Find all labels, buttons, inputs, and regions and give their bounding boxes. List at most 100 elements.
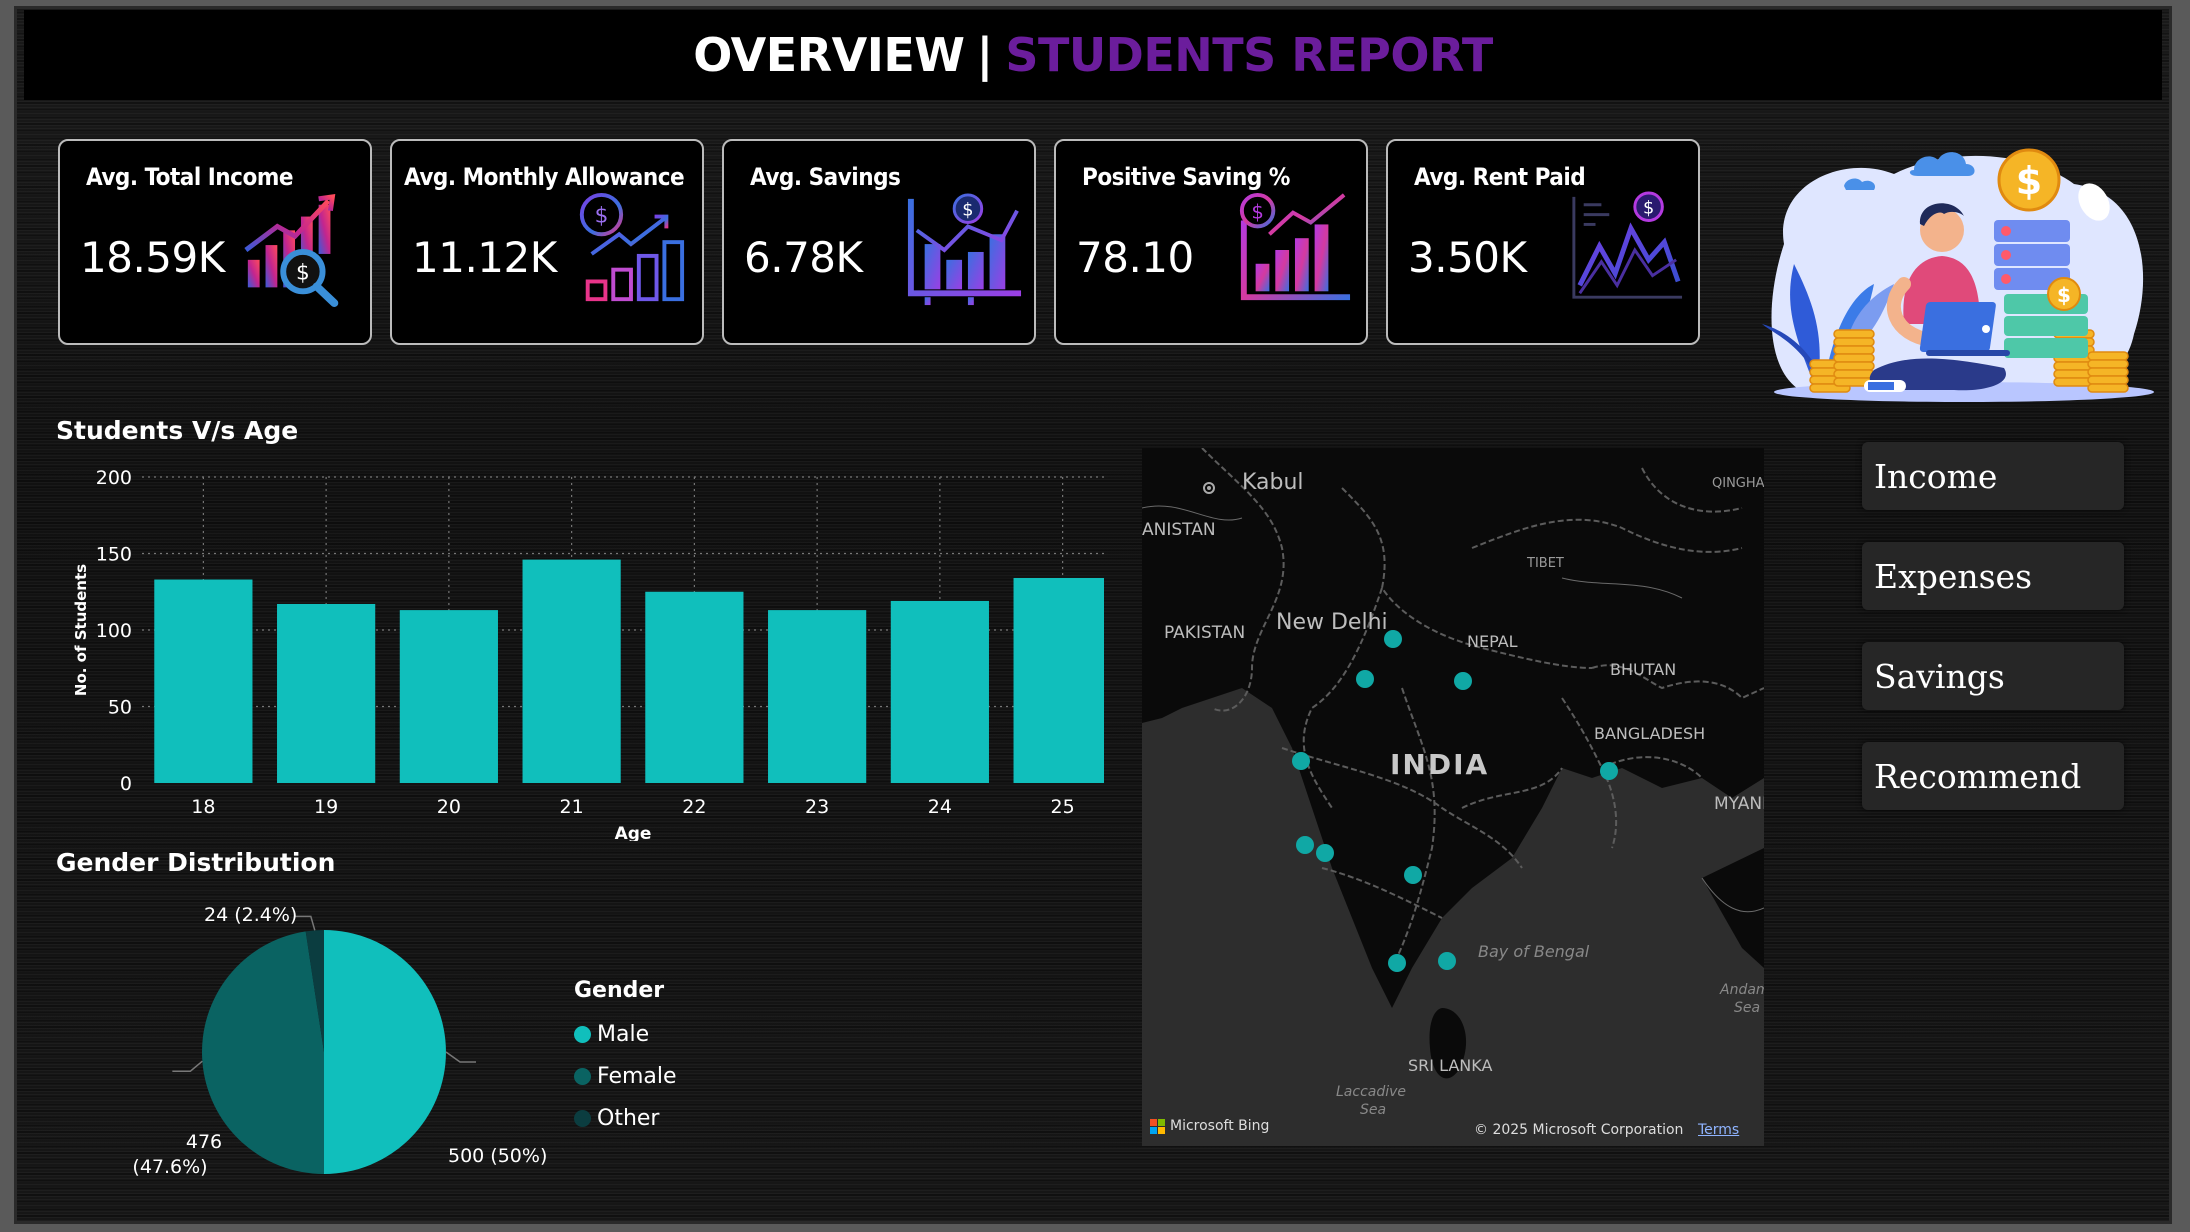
title-separator: |: [976, 28, 994, 82]
age-bar-chart: 0 50 100 150 200 18 19 20 21 22 23 24 25 Age No. of St…: [72, 467, 1104, 841]
map-label-andaman: Andam: [1720, 982, 1764, 998]
microsoft-logo-icon: [1150, 1118, 1165, 1134]
kpi-title: Avg. Rent Paid: [1414, 163, 1586, 191]
pie-slice-male: [324, 930, 446, 1174]
report-header: OVERVIEW | STUDENTS REPORT: [24, 10, 2162, 100]
x-axis-label: Age: [615, 824, 652, 841]
kpi-title: Avg. Total Income: [86, 163, 293, 191]
bar-age-20: [399, 610, 498, 783]
map-copyright: © 2025 Microsoft Corporation: [1474, 1122, 1684, 1138]
map-label-qinghai: QINGHAI: [1712, 476, 1764, 491]
x-tick-label: 21: [560, 796, 584, 818]
map-marker[interactable]: [1296, 836, 1314, 854]
x-tick-label: 24: [928, 796, 952, 818]
kpi-value: 11.12K: [412, 233, 557, 282]
kpi-value: 78.10: [1076, 233, 1194, 282]
bar-age-22: [645, 591, 744, 783]
map-label-nepal: NEPAL: [1467, 632, 1518, 651]
pie-label-female-pct: (47.6%): [132, 1156, 207, 1178]
y-tick-label: 50: [108, 697, 132, 719]
map-label-myanmar: MYANI: [1714, 794, 1764, 814]
bar-age-24: [890, 600, 989, 783]
svg-text:$: $: [2016, 159, 2042, 203]
bar-age-25: [1013, 577, 1104, 783]
gender-chart-title: Gender Distribution: [56, 848, 336, 877]
map-canvas: [1142, 448, 1764, 1146]
nav-button-savings[interactable]: Savings: [1862, 642, 2124, 710]
bar-age-18: [154, 579, 253, 783]
map-label-kabul: Kabul: [1242, 470, 1304, 495]
map-marker[interactable]: [1292, 752, 1310, 770]
kpi-title: Positive Saving %: [1082, 163, 1290, 191]
map-label-new-delhi: New Delhi: [1276, 610, 1388, 635]
legend-item-male[interactable]: Male: [574, 1013, 677, 1055]
bar-age-21: [522, 559, 621, 783]
map-terms-link[interactable]: Terms: [1698, 1122, 1739, 1138]
legend-item-other[interactable]: Other: [574, 1097, 677, 1139]
kpi-card-avg-rent-paid: Avg. Rent Paid 3.50K $: [1386, 139, 1700, 345]
pie-label-other: 24 (2.4%): [204, 904, 297, 926]
map-label-india: INDIA: [1390, 748, 1490, 781]
x-tick-label: 25: [1051, 796, 1075, 818]
allowance-growth-icon: $: [579, 192, 685, 302]
nav-button-expenses[interactable]: Expenses: [1862, 542, 2124, 610]
savings-chart-icon: $: [907, 193, 1022, 306]
kpi-card-avg-savings: Avg. Savings 6.78K $: [722, 139, 1036, 345]
svg-text:$: $: [1643, 199, 1654, 219]
kpi-title: Avg. Monthly Allowance: [404, 163, 685, 191]
kpi-value: 18.59K: [80, 233, 225, 282]
svg-text:$: $: [2057, 283, 2071, 307]
map-marker[interactable]: [1316, 844, 1334, 862]
positive-saving-icon: $: [1239, 192, 1351, 301]
svg-text:$: $: [1251, 201, 1264, 224]
svg-text:$: $: [595, 203, 609, 228]
nav-button-recommend[interactable]: Recommend: [1862, 742, 2124, 810]
map-label-laccadive: Laccadive: [1336, 1084, 1407, 1100]
map-label-tibet: TIBET: [1527, 556, 1564, 571]
legend-dot: [574, 1109, 591, 1127]
map-marker[interactable]: [1454, 672, 1472, 690]
student-finance-illustration: $ $: [1762, 148, 2154, 402]
map-marker[interactable]: [1404, 866, 1422, 884]
legend-title: Gender: [574, 978, 665, 1003]
kpi-card-avg-monthly-allowance: Avg. Monthly Allowance 11.12K $: [390, 139, 704, 345]
pie-leader-line: [294, 915, 316, 931]
pie-leader-line: [172, 1060, 203, 1072]
map-label-bhutan: BHUTAN: [1610, 660, 1677, 679]
kpi-title: Avg. Savings: [750, 163, 901, 191]
map-label-afghanistan: ANISTAN: [1142, 520, 1216, 540]
map-label-bangladesh: BANGLADESH: [1594, 724, 1706, 743]
kpi-value: 6.78K: [744, 233, 863, 282]
map-marker[interactable]: [1600, 762, 1618, 780]
map-marker[interactable]: [1356, 670, 1374, 688]
map-label-pakistan: PAKISTAN: [1164, 623, 1246, 643]
map-label-sri-lanka: SRI LANKA: [1408, 1056, 1493, 1075]
map-marker[interactable]: [1384, 630, 1402, 648]
x-tick-label: 20: [437, 796, 461, 818]
kpi-card-avg-total-income: Avg. Total Income 18.59K $: [58, 139, 372, 345]
y-tick-label: 150: [96, 544, 132, 566]
rent-line-chart-icon: $: [1572, 191, 1683, 299]
svg-text:$: $: [962, 201, 973, 221]
legend-item-female[interactable]: Female: [574, 1055, 677, 1097]
gender-legend: Gender Male Female Other: [574, 978, 677, 1139]
legend-dot: [574, 1025, 591, 1043]
x-tick-label: 23: [805, 796, 829, 818]
bing-brand: Microsoft Bing: [1170, 1118, 1270, 1134]
pie-label-female-count: 476: [186, 1131, 222, 1153]
y-tick-label: 0: [120, 773, 132, 795]
kpi-value: 3.50K: [1408, 233, 1527, 282]
legend-label: Male: [597, 1021, 650, 1047]
map-marker[interactable]: [1438, 952, 1456, 970]
x-tick-label: 18: [191, 796, 215, 818]
legend-label: Female: [597, 1063, 677, 1089]
legend-dot: [574, 1067, 591, 1085]
map-marker[interactable]: [1388, 954, 1406, 972]
bar-age-23: [768, 610, 867, 783]
legend-label: Other: [597, 1105, 660, 1131]
nav-button-income[interactable]: Income: [1862, 442, 2124, 510]
age-chart-title: Students V/s Age: [56, 416, 299, 445]
y-axis-label: No. of Students: [72, 564, 90, 696]
india-map[interactable]: Kabul ANISTAN QINGHAI TIBET PAKISTAN New…: [1142, 448, 1764, 1146]
map-label-laccadive-sea: Sea: [1360, 1102, 1387, 1118]
